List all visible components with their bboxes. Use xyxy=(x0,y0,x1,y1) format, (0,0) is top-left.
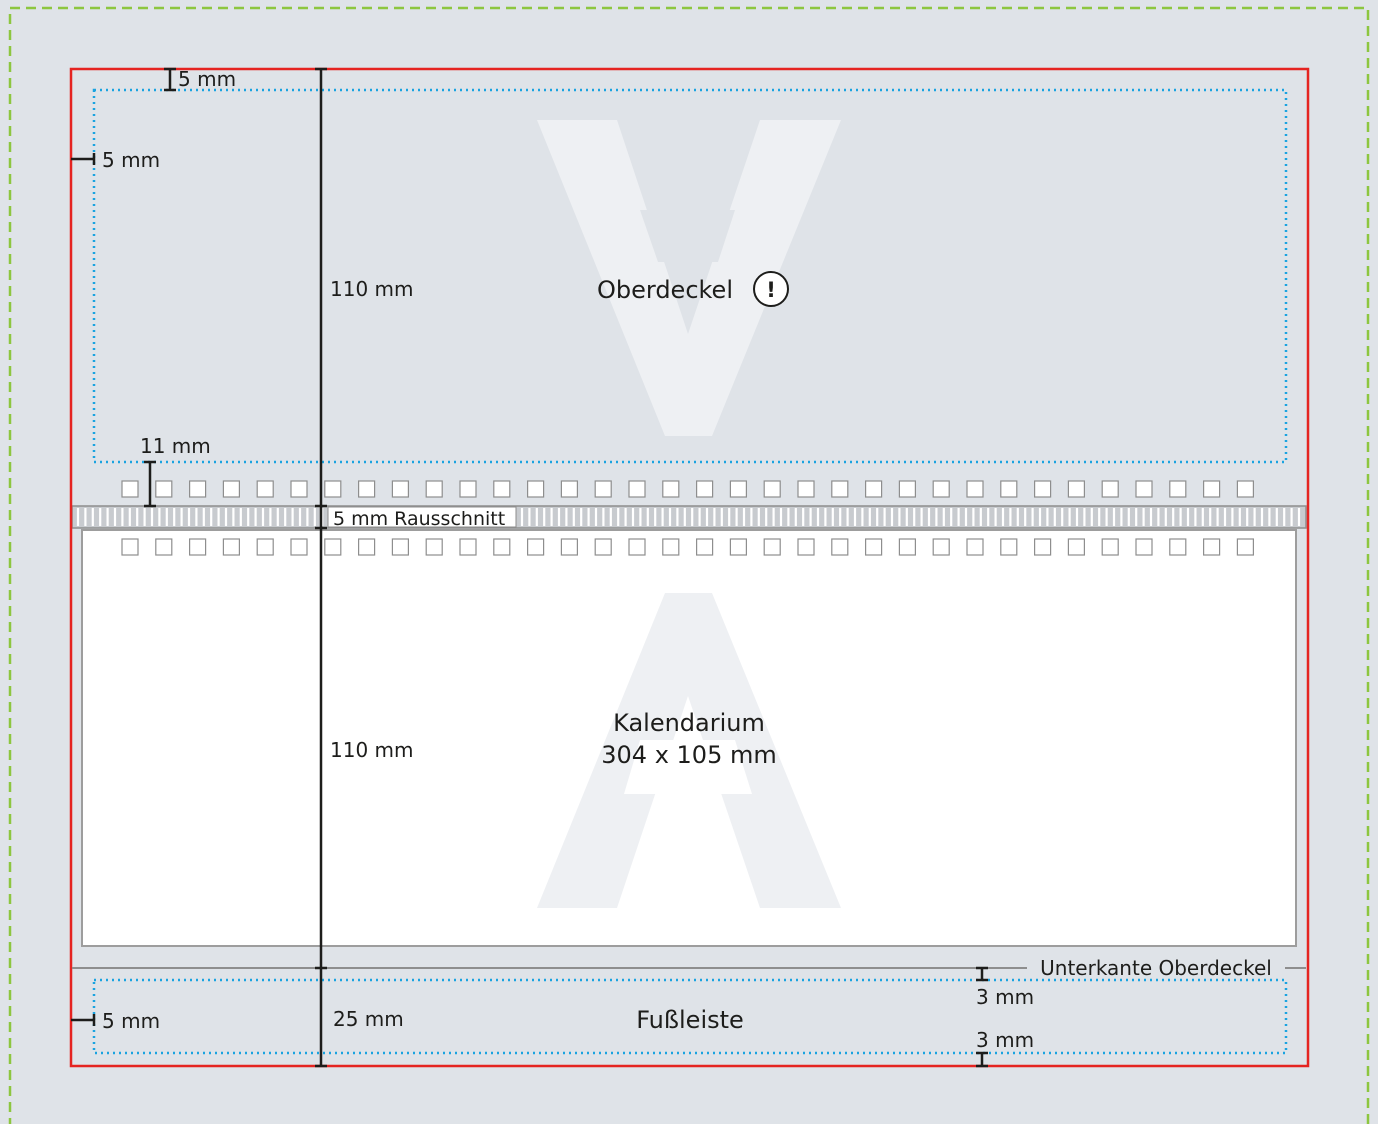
punch-hole xyxy=(662,538,680,556)
punch-hole xyxy=(864,538,883,556)
punch-hole xyxy=(526,538,545,556)
punch-hole xyxy=(594,480,612,498)
punch-hole xyxy=(1236,538,1255,556)
punch-hole xyxy=(493,480,511,498)
punch-hole xyxy=(1236,480,1255,498)
punch-hole xyxy=(628,538,646,556)
punch-hole xyxy=(324,538,342,556)
footer-title: Fußleiste xyxy=(636,1006,744,1034)
punch-hole xyxy=(1000,538,1018,556)
punch-hole xyxy=(560,480,579,498)
punch-hole xyxy=(358,538,376,556)
punch-hole xyxy=(1135,480,1153,498)
punch-hole xyxy=(155,480,173,498)
punch-hole xyxy=(121,480,139,498)
punch-hole xyxy=(729,538,748,556)
punch-hole xyxy=(763,480,781,498)
footer-height-label: 25 mm xyxy=(333,1007,404,1031)
punch-hole xyxy=(1067,480,1086,498)
punch-hole xyxy=(425,480,443,498)
punch-hole xyxy=(898,480,917,498)
warning-symbol: ! xyxy=(766,278,776,302)
punch-hole xyxy=(459,480,477,498)
punch-hole xyxy=(966,480,984,498)
punch-hole xyxy=(1169,538,1187,556)
left-margin-label-cover: 5 mm xyxy=(102,148,160,172)
punch-hole xyxy=(256,480,274,498)
punch-hole xyxy=(1033,480,1052,498)
punch-hole xyxy=(898,538,917,556)
left-margin-label-footer: 5 mm xyxy=(102,1009,160,1033)
punch-hole xyxy=(729,480,748,498)
punch-hole xyxy=(1101,480,1119,498)
punch-hole xyxy=(222,538,240,556)
punch-hole xyxy=(1101,538,1119,556)
cover-height-label: 110 mm xyxy=(330,277,414,301)
top-margin-label: 5 mm xyxy=(178,67,236,91)
punch-hole xyxy=(121,538,139,556)
punch-hole xyxy=(425,538,443,556)
cut-strip xyxy=(71,505,1307,529)
calendar-height-label: 110 mm xyxy=(330,738,414,762)
calendar-title: Kalendarium xyxy=(613,709,765,737)
punch-hole xyxy=(391,480,409,498)
footer-bottom-margin-label: 3 mm xyxy=(976,1028,1034,1052)
punch-hole xyxy=(526,480,545,498)
cover-title: Oberdeckel xyxy=(597,276,733,304)
cover-gap-label: 11 mm xyxy=(140,434,211,458)
punch-hole xyxy=(222,480,240,498)
punch-hole xyxy=(189,538,207,556)
punch-hole xyxy=(155,538,173,556)
punch-hole xyxy=(1033,538,1052,556)
punch-hole xyxy=(1135,538,1153,556)
punch-hole xyxy=(493,538,511,556)
punch-hole xyxy=(864,480,883,498)
punch-hole xyxy=(695,480,714,498)
punch-hole xyxy=(1202,480,1221,498)
punch-hole xyxy=(797,538,815,556)
calendar-area xyxy=(81,529,1297,947)
lower-edge-label: Unterkante Oberdeckel xyxy=(1040,956,1272,980)
punch-hole xyxy=(932,538,950,556)
punch-hole xyxy=(662,480,680,498)
punch-hole xyxy=(459,538,477,556)
footer-top-margin-label: 3 mm xyxy=(976,985,1034,1009)
punch-hole xyxy=(1000,480,1018,498)
punch-hole xyxy=(391,538,409,556)
punch-hole xyxy=(290,480,308,498)
punch-hole xyxy=(594,538,612,556)
punch-hole xyxy=(831,538,849,556)
punch-hole xyxy=(256,538,274,556)
calendar-dimensions: 304 x 105 mm xyxy=(601,741,776,769)
cut-strip-label: 5 mm Rausschnitt xyxy=(333,508,505,530)
punch-hole xyxy=(290,538,308,556)
punch-hole xyxy=(831,480,849,498)
calendar-layout-template: Unterkante Oberdeckel 5 mm 5 mm 11 mm 11… xyxy=(0,0,1378,1124)
exclamation-circle-icon: ! xyxy=(753,271,789,307)
punch-hole xyxy=(189,480,207,498)
punch-hole xyxy=(797,480,815,498)
punch-hole xyxy=(628,480,646,498)
punch-hole xyxy=(763,538,781,556)
punch-hole xyxy=(966,538,984,556)
punch-hole xyxy=(1169,480,1187,498)
punch-hole xyxy=(695,538,714,556)
punch-hole xyxy=(358,480,376,498)
punch-hole xyxy=(932,480,950,498)
punch-hole xyxy=(560,538,579,556)
punch-hole xyxy=(1067,538,1086,556)
punch-hole xyxy=(324,480,342,498)
punch-hole xyxy=(1202,538,1221,556)
